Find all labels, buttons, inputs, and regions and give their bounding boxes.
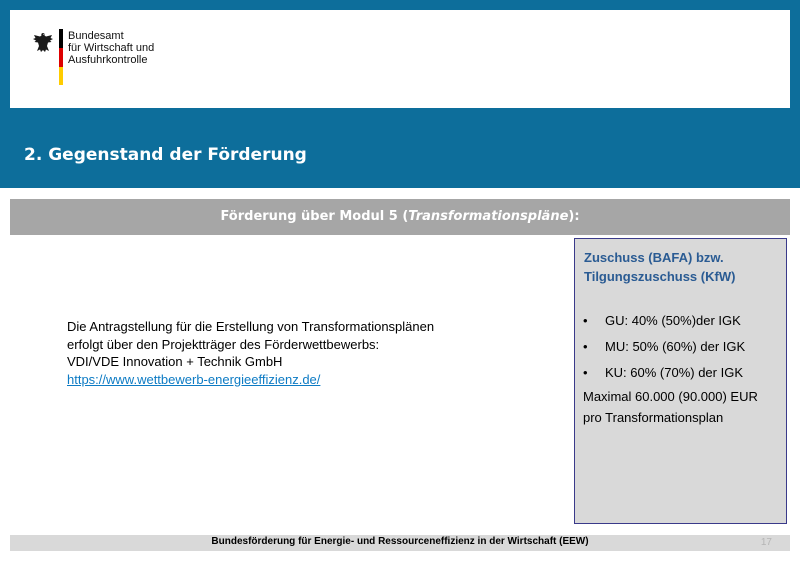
- agency-line: für Wirtschaft und: [68, 42, 155, 54]
- bullet-icon: •: [583, 365, 588, 380]
- bullet-icon: •: [583, 339, 588, 354]
- list-item: • GU: 40% (50%)der IGK: [583, 308, 745, 334]
- info-line: erfolgt über den Projektträger des Förde…: [67, 336, 380, 352]
- agency-line: Bundesamt: [68, 30, 124, 42]
- rate-text: MU: 50% (60%) der IGK: [605, 339, 746, 354]
- funding-heading: Zuschuss (BAFA) bzw. Tilgungszuschuss (K…: [584, 248, 735, 286]
- list-item: • MU: 50% (60%) der IGK: [583, 334, 745, 360]
- funding-heading-line: Zuschuss (BAFA) bzw.: [584, 250, 724, 265]
- funding-heading-line: Tilgungszuschuss (KfW): [584, 269, 736, 284]
- section-header-text: Förderung über Modul 5 (Transformationsp…: [10, 209, 790, 224]
- section-header-suffix: ):: [568, 209, 580, 224]
- rate-text: GU: 40% (50%)der IGK: [605, 313, 741, 328]
- application-info: Die Antragstellung für die Erstellung vo…: [67, 318, 434, 388]
- info-line: VDI/VDE Innovation + Technik GmbH: [67, 354, 283, 369]
- info-line: Die Antragstellung für die Erstellung vo…: [67, 319, 435, 334]
- funding-maximum-line: Maximal 60.000 (90.000) EUR: [583, 389, 758, 404]
- website-link[interactable]: https://www.wettbewerb-energieeffizienz.…: [67, 372, 320, 387]
- footer-text: Bundesförderung für Energie- und Ressour…: [211, 536, 589, 547]
- section-header: Förderung über Modul 5 (Transformationsp…: [10, 199, 790, 235]
- agency-line: Ausfuhrkontrolle: [68, 54, 148, 66]
- footer-bar: Bundesförderung für Energie- und Ressour…: [10, 535, 790, 551]
- list-item: • KU: 60% (70%) der IGK: [583, 360, 745, 386]
- flag-red: [59, 48, 63, 67]
- german-flag-bar: [59, 29, 63, 85]
- flag-gold: [59, 67, 63, 85]
- page-number: 17: [760, 537, 772, 548]
- section-header-prefix: Förderung über Modul 5 (: [220, 209, 409, 224]
- bullet-icon: •: [583, 313, 588, 328]
- funding-maximum-line: pro Transformationsplan: [583, 410, 724, 425]
- funding-maximum: Maximal 60.000 (90.000) EUR pro Transfor…: [583, 386, 758, 428]
- federal-eagle-icon: [33, 33, 53, 52]
- agency-name: Bundesamt für Wirtschaft und Ausfuhrkont…: [68, 30, 154, 66]
- flag-black: [59, 29, 63, 48]
- funding-box: Zuschuss (BAFA) bzw. Tilgungszuschuss (K…: [574, 238, 787, 524]
- section-header-emphasis: Transformationspläne: [408, 209, 569, 224]
- page-title: 2. Gegenstand der Förderung: [24, 145, 307, 165]
- rate-text: KU: 60% (70%) der IGK: [605, 365, 743, 380]
- funding-rates-list: • GU: 40% (50%)der IGK • MU: 50% (60%) der…: [583, 308, 745, 386]
